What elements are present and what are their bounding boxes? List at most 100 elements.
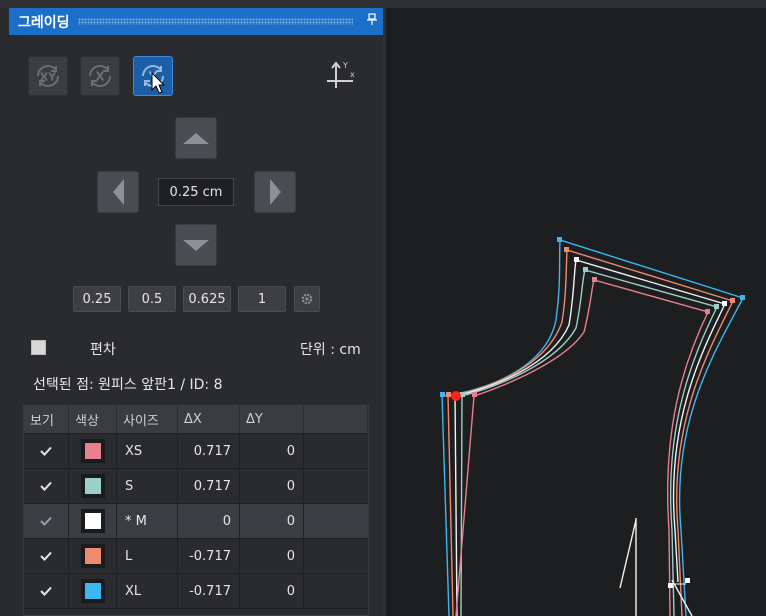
color-cell[interactable] — [69, 574, 117, 608]
table-row[interactable]: S 0.717 0 — [24, 469, 368, 504]
column-header-dy[interactable]: ΔY — [240, 406, 304, 433]
deviation-checkbox[interactable] — [31, 340, 46, 355]
size-cell: XL — [117, 574, 178, 608]
color-swatch-fill — [84, 443, 101, 459]
dy-cell[interactable]: 0 — [240, 469, 304, 503]
pattern-point — [583, 267, 588, 272]
view-checkbox[interactable] — [24, 434, 69, 468]
preset-settings-button[interactable] — [294, 286, 320, 312]
color-cell[interactable] — [69, 434, 117, 468]
arrow-right-icon — [269, 179, 281, 205]
column-header-dx[interactable]: ΔX — [178, 406, 240, 433]
step-value-input[interactable] — [158, 178, 234, 206]
color-swatch-fill — [84, 478, 101, 494]
view-checkbox[interactable] — [24, 469, 69, 503]
dx-cell[interactable]: -0.717 — [178, 574, 240, 608]
svg-text:X: X — [95, 70, 105, 84]
table-row[interactable]: L -0.717 0 — [24, 539, 368, 574]
size-cell: * M — [117, 504, 178, 538]
color-cell[interactable] — [69, 539, 117, 573]
gear-icon — [301, 293, 313, 305]
empty-cell — [304, 574, 368, 608]
dy-cell[interactable]: 0 — [240, 504, 304, 538]
empty-cell — [304, 434, 368, 468]
preset-button[interactable]: 0.625 — [183, 286, 231, 312]
pattern-point — [472, 392, 477, 397]
pattern-outline-l — [447, 249, 734, 616]
move-up-button[interactable] — [175, 117, 217, 159]
pattern-point — [557, 237, 562, 242]
pattern-point — [730, 298, 735, 303]
color-cell[interactable] — [69, 504, 117, 538]
preset-button[interactable]: 0.5 — [128, 286, 176, 312]
dx-cell[interactable]: 0.717 — [178, 434, 240, 468]
pattern-point — [740, 295, 745, 300]
color-swatch-fill — [84, 583, 101, 599]
view-checkbox[interactable] — [24, 574, 69, 608]
arrow-up-icon — [183, 132, 209, 144]
dart-line — [619, 519, 637, 589]
color-swatch[interactable] — [80, 579, 105, 603]
view-checkbox[interactable] — [24, 504, 69, 538]
dx-cell[interactable]: 0.717 — [178, 469, 240, 503]
color-swatch-fill — [84, 513, 101, 529]
move-right-button[interactable] — [254, 171, 296, 213]
axis-x-label: x — [350, 70, 355, 79]
table-row[interactable]: XS 0.717 0 — [24, 434, 368, 469]
size-table: 보기 색상 사이즈 ΔX ΔY XS 0.717 0 S 0.717 0 * M 0 0 L -0.… — [23, 405, 369, 616]
color-swatch[interactable] — [80, 439, 105, 463]
column-header-color[interactable]: 색상 — [69, 406, 117, 433]
panel-top-strip — [0, 0, 386, 8]
pattern-canvas[interactable] — [386, 0, 766, 616]
pattern-point — [722, 301, 727, 306]
pattern-drawing[interactable] — [386, 0, 766, 616]
table-header: 보기 색상 사이즈 ΔX ΔY — [24, 406, 368, 434]
preset-button[interactable]: 0.25 — [73, 286, 121, 312]
titlebar-grip — [77, 18, 353, 25]
pin-icon[interactable] — [361, 13, 383, 30]
pattern-point — [705, 309, 710, 314]
dx-cell[interactable]: -0.717 — [178, 539, 240, 573]
empty-cell — [304, 469, 368, 503]
check-icon — [40, 586, 52, 596]
view-checkbox[interactable] — [24, 539, 69, 573]
color-swatch[interactable] — [80, 509, 105, 533]
size-cell: L — [117, 539, 178, 573]
column-header-size[interactable]: 사이즈 — [117, 406, 178, 433]
empty-cell — [304, 539, 368, 573]
check-icon — [40, 481, 52, 491]
panel-titlebar[interactable]: 그레이딩 — [9, 8, 383, 35]
pattern-point — [446, 392, 451, 397]
arrow-left-icon — [112, 179, 124, 205]
pattern-outline-m — [454, 259, 726, 616]
check-icon — [40, 446, 52, 456]
table-row[interactable]: * M00 — [24, 504, 368, 539]
color-swatch[interactable] — [80, 474, 105, 498]
pattern-point — [564, 247, 569, 252]
column-header-view[interactable]: 보기 — [24, 406, 69, 433]
x-circle-icon: X — [89, 65, 111, 87]
dy-cell[interactable]: 0 — [240, 539, 304, 573]
dx-cell[interactable]: 0 — [178, 504, 240, 538]
color-swatch[interactable] — [80, 544, 105, 568]
dy-cell[interactable]: 0 — [240, 434, 304, 468]
empty-cell — [304, 504, 368, 538]
color-cell[interactable] — [69, 469, 117, 503]
pattern-point — [714, 304, 719, 309]
color-swatch-fill — [84, 548, 101, 564]
column-header-empty — [304, 406, 368, 433]
dy-cell[interactable]: 0 — [240, 574, 304, 608]
size-cell: XS — [117, 434, 178, 468]
preset-button[interactable]: 1 — [238, 286, 286, 312]
move-down-button[interactable] — [175, 224, 217, 266]
x-mode-button[interactable]: X — [80, 56, 120, 96]
table-row[interactable]: XL -0.717 0 — [24, 574, 368, 609]
size-cell: S — [117, 469, 178, 503]
xy-mode-button[interactable]: XY — [28, 56, 68, 96]
axis-toggle-icon[interactable]: Y x — [323, 58, 359, 94]
pattern-point — [440, 392, 445, 397]
arrow-down-icon — [183, 239, 209, 251]
pattern-point — [574, 257, 579, 262]
move-left-button[interactable] — [97, 171, 139, 213]
mouse-cursor-icon — [151, 72, 166, 94]
